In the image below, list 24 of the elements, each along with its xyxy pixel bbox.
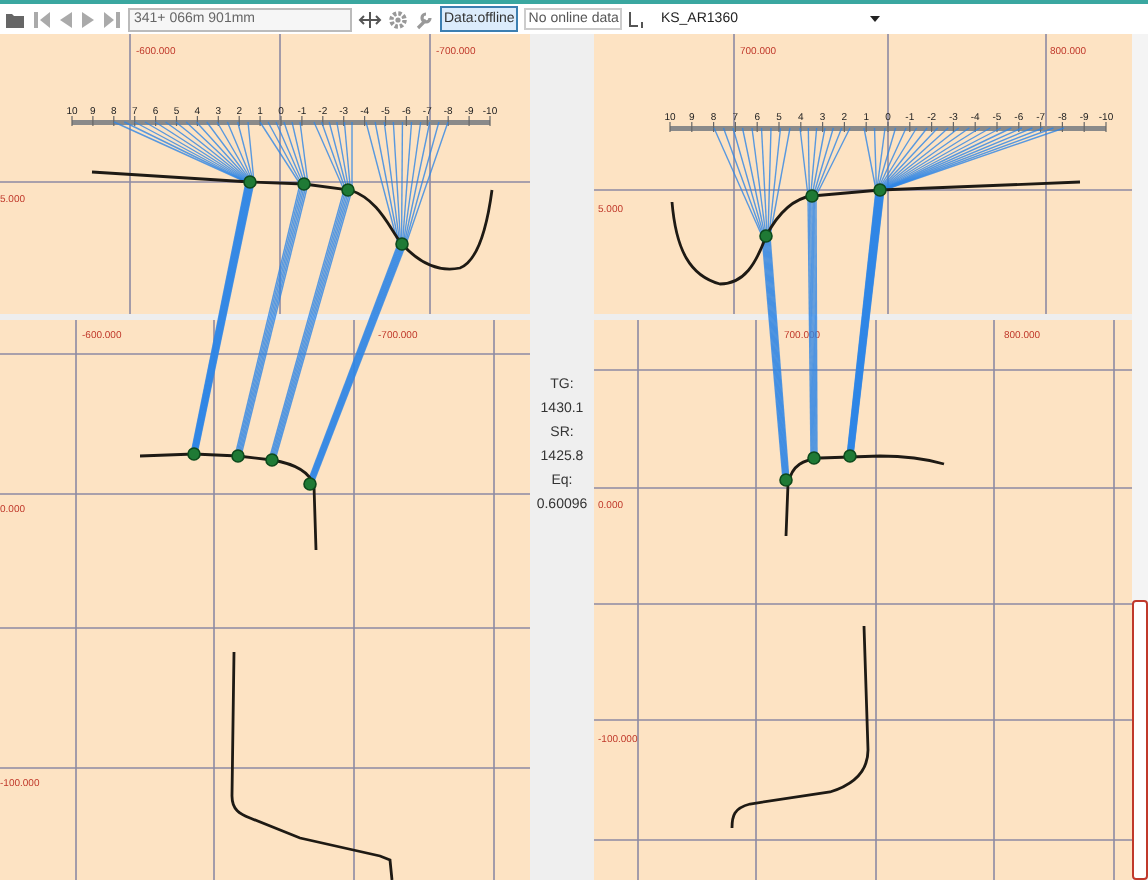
contact-point [873, 183, 887, 197]
contact-point [759, 229, 773, 243]
contact-point [395, 237, 409, 251]
contact-point [807, 451, 821, 465]
contact-point [231, 449, 245, 463]
gear-icon[interactable] [388, 9, 408, 29]
wrench-icon[interactable] [414, 9, 434, 29]
previous-icon[interactable] [58, 9, 74, 29]
contact-point [187, 447, 201, 461]
contact-point [297, 177, 311, 191]
contact-point [303, 477, 317, 491]
scrollbar-thumb[interactable] [1132, 600, 1148, 880]
play-icon[interactable] [80, 9, 96, 29]
contact-point [843, 449, 857, 463]
crosshair-icon[interactable] [358, 9, 382, 29]
caret-icon [870, 16, 881, 22]
contact-point [805, 189, 819, 203]
scrollbar[interactable] [1132, 34, 1148, 880]
skip-back-icon[interactable] [32, 9, 52, 29]
skip-forward-icon[interactable] [102, 9, 122, 29]
contact-point [243, 175, 257, 189]
contact-point [341, 183, 355, 197]
contact-point [265, 453, 279, 467]
contact-point [779, 473, 793, 487]
